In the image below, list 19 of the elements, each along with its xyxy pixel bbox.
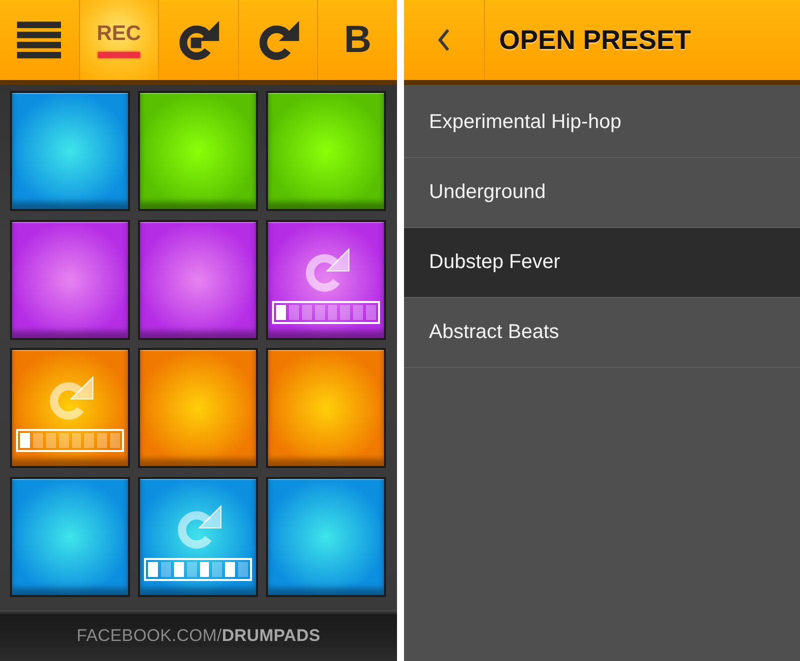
drum-pad[interactable] (268, 478, 384, 594)
preset-item[interactable]: Abstract Beats (404, 298, 800, 368)
preset-item[interactable]: Dubstep Fever (404, 228, 800, 298)
drum-pad[interactable] (140, 93, 256, 209)
drum-pad[interactable] (12, 350, 128, 466)
b-button[interactable]: B (317, 0, 397, 80)
drum-pad[interactable] (140, 478, 256, 594)
drum-pad[interactable] (268, 222, 384, 338)
drum-pad[interactable] (140, 350, 256, 466)
drum-pad[interactable] (12, 478, 128, 594)
panel-title: OPEN PRESET (498, 24, 692, 56)
drum-pad[interactable] (268, 350, 384, 466)
chevron-left-icon (438, 28, 450, 52)
record-bar-icon (98, 52, 140, 58)
drum-pad[interactable] (268, 93, 384, 209)
drum-pad[interactable] (12, 93, 128, 209)
record-button[interactable]: REC (78, 0, 158, 80)
footer-url: FACEBOOK.COM/DRUMPADS (76, 626, 320, 646)
preset-item[interactable]: Experimental Hip-hop (404, 88, 800, 158)
